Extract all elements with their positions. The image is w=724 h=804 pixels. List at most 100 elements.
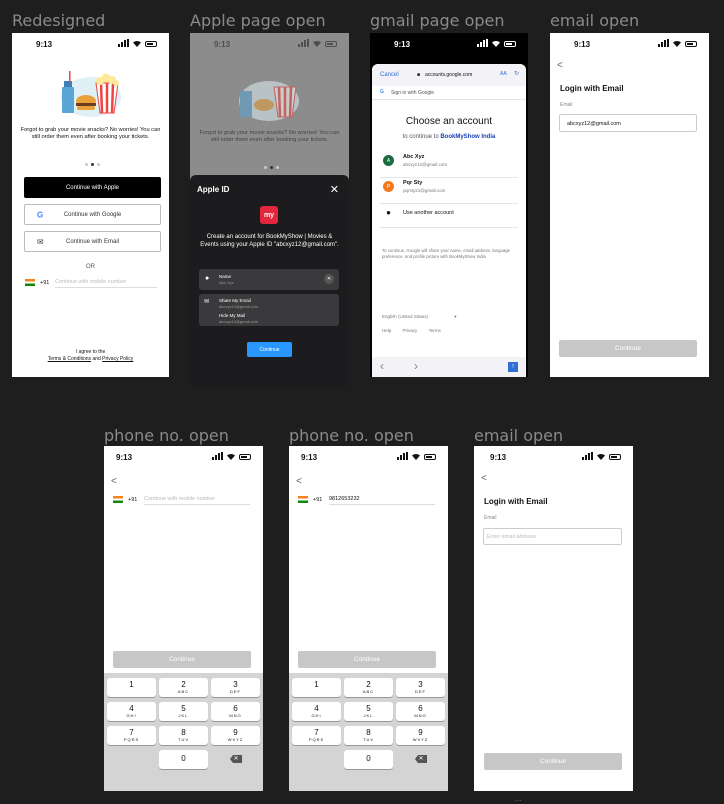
and-text: and (92, 356, 101, 362)
status-bar: 9:13 (104, 446, 263, 468)
key-3[interactable]: 3 DEF (396, 678, 445, 697)
phone-input-row[interactable]: +91 Continue with mobile number (25, 279, 157, 288)
apple-continue-button[interactable]: Continue (247, 342, 292, 357)
email-field[interactable]: Enter email address (483, 528, 622, 545)
forward-arrow-icon[interactable]: › (414, 359, 418, 373)
frame-gmail: 9:13 Cancel ■ accounts.google.com AA ↻ G… (370, 33, 528, 377)
account-name: Abc Xyz (403, 154, 425, 160)
browser-bar: Cancel ■ accounts.google.com AA ↻ (372, 64, 526, 86)
google-icon: G (37, 210, 44, 219)
url-text: accounts.google.com (425, 72, 473, 78)
name-row[interactable]: ● Name Abc Xyz ✕ (199, 269, 339, 290)
phone-input[interactable]: Continue with mobile number (144, 496, 250, 505)
country-code[interactable]: +91 (40, 280, 49, 286)
terms-link[interactable]: Terms (429, 328, 441, 333)
account-item-1[interactable]: P Pqr Sty pqrsty21@gmail.com (383, 180, 445, 193)
phone-input-row[interactable]: +91 9812653232 (298, 496, 435, 505)
battery-icon (685, 41, 697, 47)
key-2[interactable]: 2 ABC (159, 678, 208, 697)
share-email-label[interactable]: Share My Email (219, 298, 251, 303)
key-7[interactable]: 7 PQRS (292, 726, 341, 745)
app-name-link[interactable]: BookMyShow India (440, 134, 495, 140)
back-button[interactable]: < (481, 473, 487, 484)
continue-button[interactable]: Continue (484, 753, 622, 770)
key-7[interactable]: 7 PQRS (107, 726, 156, 745)
key-5[interactable]: 5 JKL (344, 702, 393, 721)
numeric-keypad: 1 2 ABC 3 DEF 4 GHI 5 JKL 6 MNO 7 PQRS 8 TUV 9W… (104, 673, 263, 791)
or-divider: OR (86, 264, 95, 270)
continue-with-apple-button[interactable]: Continue with Apple (24, 177, 161, 198)
close-icon[interactable]: ✕ (330, 183, 339, 196)
key-3[interactable]: 3 DEF (211, 678, 260, 697)
numeric-keypad: 1 2 ABC 3 DEF 4 GHI 5 JKL 6 MNO 7 PQRS 8 TUV 9W… (289, 673, 448, 791)
privacy-link[interactable]: Privacy Policy (102, 356, 133, 362)
country-code[interactable]: +91 (128, 497, 137, 503)
country-code[interactable]: +91 (313, 497, 322, 503)
phone-input[interactable]: Continue with mobile number (55, 279, 157, 288)
key-4[interactable]: 4 GHI (107, 702, 156, 721)
status-time: 9:13 (36, 40, 53, 49)
clear-icon[interactable]: ✕ (324, 274, 334, 284)
privacy-link[interactable]: Privacy (403, 328, 418, 333)
key-9[interactable]: 9 WXYZ (211, 726, 260, 745)
back-button[interactable]: < (557, 60, 563, 71)
backspace-icon[interactable]: ✕ (230, 755, 242, 763)
key-6[interactable]: 6 MNO (396, 702, 445, 721)
login-email-title: Login with Email (484, 497, 548, 506)
hide-email-label[interactable]: Hide My Mail (219, 313, 245, 318)
back-button[interactable]: < (111, 476, 117, 487)
use-another-account[interactable]: ● Use another account (383, 208, 454, 217)
back-arrow-icon[interactable]: ‹ (380, 359, 384, 373)
frame-label-email-2: email open (474, 426, 564, 445)
key-1[interactable]: 1 (107, 678, 156, 697)
email-field[interactable]: abcxyz12@gmail.com (559, 114, 697, 132)
continue-button[interactable]: Continue (298, 651, 436, 668)
continue-with-google-button[interactable]: G Continue with Google (24, 204, 161, 225)
key-8[interactable]: 8 TUV (159, 726, 208, 745)
key-1[interactable]: 1 (292, 678, 341, 697)
battery-icon (325, 41, 337, 47)
continue-button[interactable]: Continue (113, 651, 251, 668)
carousel-dots[interactable] (85, 163, 100, 166)
email-options[interactable]: ✉ Share My Email abcxyz12@gmail.com Hide… (199, 294, 339, 326)
key-9[interactable]: 9 WXYZ (396, 726, 445, 745)
continue-with-email-button[interactable]: ✉ Continue with Email (24, 231, 161, 252)
status-time: 9:13 (301, 453, 318, 462)
back-button[interactable]: < (296, 476, 302, 487)
cancel-button[interactable]: Cancel (380, 72, 399, 78)
frame-redesigned: 9:13 Forgot to grab your movie snacks? N… (12, 33, 169, 377)
key-2[interactable]: 2 ABC (344, 678, 393, 697)
language-select[interactable]: English (United States) ▾ (382, 314, 457, 320)
backspace-icon[interactable]: ✕ (415, 755, 427, 763)
divider (380, 177, 518, 178)
lock-icon: ■ (417, 72, 421, 78)
key-0[interactable]: 0 (159, 750, 208, 769)
key-8[interactable]: 8 TUV (344, 726, 393, 745)
terms-link[interactable]: Terms & Conditions (48, 356, 91, 362)
bookmyshow-logo: my (260, 206, 278, 224)
frame-email-empty: 9:13 < Login with Email Email Enter emai… (474, 446, 633, 791)
phone-input[interactable]: 9812653232 (329, 496, 435, 505)
person-icon: ● (205, 275, 210, 282)
continue-button[interactable]: Continue (559, 340, 697, 357)
help-link[interactable]: Help (382, 328, 391, 333)
email-field-label: Email (560, 102, 573, 108)
battery-icon (145, 41, 157, 47)
phone-input-row[interactable]: +91 Continue with mobile number (113, 496, 250, 505)
reload-icon[interactable]: ↻ (514, 70, 519, 77)
key-5[interactable]: 5 JKL (159, 702, 208, 721)
share-icon[interactable]: ↑ (508, 362, 518, 372)
frame-label-redesigned: Redesigned (12, 11, 106, 30)
account-item-0[interactable]: A Abc Xyz abcxyz12@gmail.com (383, 154, 447, 167)
key-6[interactable]: 6 MNO (211, 702, 260, 721)
chevron-down-icon: ▾ (454, 314, 457, 319)
hide-email-value: abcxyz12@gmail.com (219, 319, 259, 324)
signal-icon (298, 39, 309, 47)
key-0[interactable]: 0 (344, 750, 393, 769)
text-size-button[interactable]: AA (500, 71, 507, 77)
person-icon: ● (386, 208, 391, 217)
key-4[interactable]: 4 GHI (292, 702, 341, 721)
divider (380, 227, 518, 228)
status-bar: 9:13 (289, 446, 448, 468)
continue-to-text: to continue to (402, 134, 439, 140)
